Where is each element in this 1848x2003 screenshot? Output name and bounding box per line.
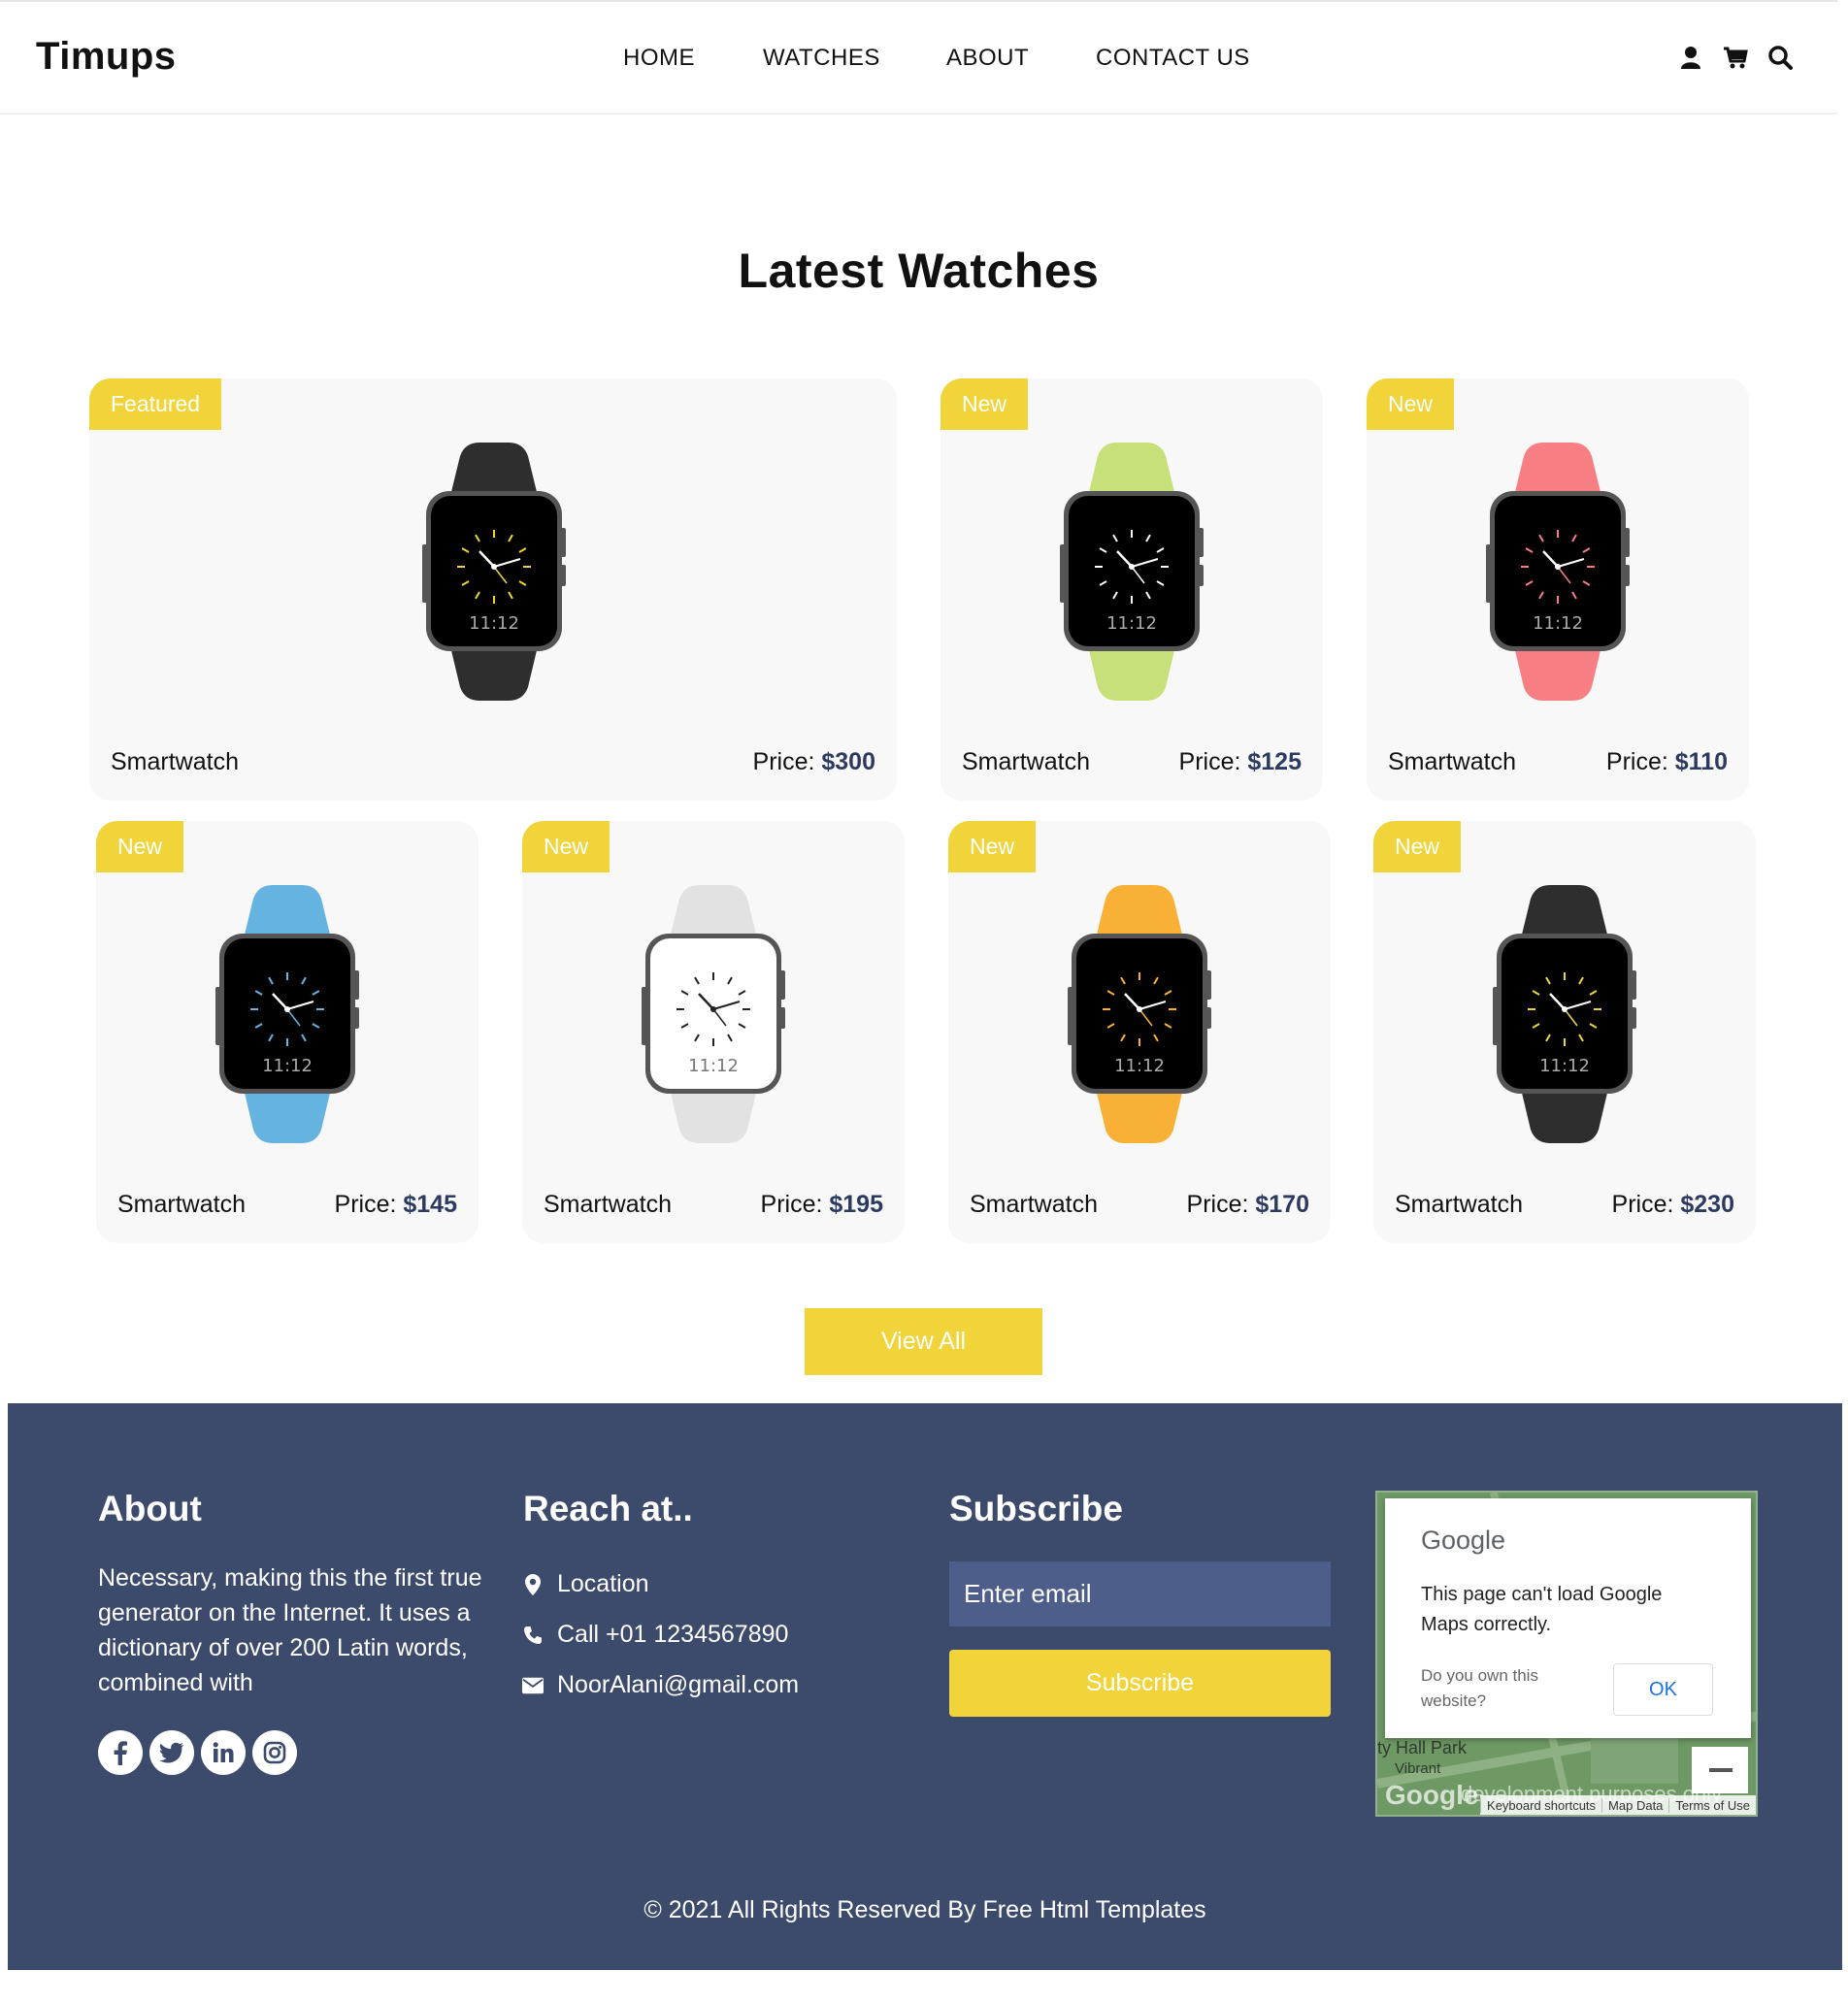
- smartwatch-image: 11:12: [1492, 885, 1637, 1143]
- featured-badge: Featured: [89, 378, 222, 430]
- new-badge: New: [96, 821, 184, 872]
- main-nav: HOME WATCHES ABOUT CONTACT US: [0, 45, 1837, 76]
- new-badge: New: [948, 821, 1037, 872]
- smartwatch-image: 11:12: [1059, 443, 1204, 701]
- product-card[interactable]: New 11:12 Smartwatch Price: $110: [1367, 378, 1749, 801]
- product-name: Smartwatch: [1395, 1191, 1523, 1218]
- keyboard-shortcuts-link[interactable]: Keyboard shortcuts: [1480, 1797, 1601, 1813]
- svg-text:11:12: 11:12: [1114, 1056, 1165, 1076]
- cart-icon[interactable]: [1723, 45, 1748, 70]
- map-attribution: Keyboard shortcuts Map Data Terms of Use: [1480, 1795, 1756, 1815]
- email-input[interactable]: [949, 1561, 1331, 1626]
- svg-text:11:12: 11:12: [1106, 613, 1157, 634]
- view-all-button[interactable]: View All: [805, 1308, 1042, 1375]
- new-badge: New: [522, 821, 610, 872]
- location-text: Location: [557, 1570, 649, 1597]
- envelope-icon: [522, 1675, 544, 1696]
- about-heading: About: [98, 1489, 202, 1528]
- zoom-out-button[interactable]: [1692, 1747, 1748, 1793]
- social-links: [98, 1730, 297, 1775]
- facebook-icon[interactable]: [98, 1730, 143, 1775]
- svg-text:11:12: 11:12: [1533, 613, 1583, 634]
- product-name: Smartwatch: [1388, 748, 1516, 775]
- product-name: Smartwatch: [544, 1191, 672, 1218]
- subscribe-button[interactable]: Subscribe: [949, 1650, 1331, 1717]
- smartwatch-image: 11:12: [641, 885, 786, 1143]
- nav-about[interactable]: ABOUT: [946, 45, 1029, 72]
- new-badge: New: [1373, 821, 1462, 872]
- new-badge: New: [1367, 378, 1455, 430]
- product-name: Smartwatch: [970, 1191, 1098, 1218]
- google-logo: Google: [1421, 1526, 1506, 1555]
- svg-text:11:12: 11:12: [262, 1056, 313, 1076]
- product-card[interactable]: New 11:12 Smartwatch Price: $170: [948, 821, 1331, 1243]
- map-label-vibrant: Vibrant: [1395, 1760, 1441, 1777]
- product-name: Smartwatch: [962, 748, 1090, 775]
- product-price: Price: $110: [1605, 748, 1728, 775]
- product-card[interactable]: New 11:12 Smartwatch Price: $145: [96, 821, 478, 1243]
- user-icon[interactable]: [1678, 45, 1703, 70]
- product-card[interactable]: New 11:12 Smartwatch Price: $195: [522, 821, 905, 1243]
- product-price: Price: $195: [760, 1191, 883, 1218]
- location-pin-icon: [522, 1573, 544, 1595]
- reach-heading: Reach at..: [523, 1489, 693, 1528]
- twitter-icon[interactable]: [149, 1730, 194, 1775]
- section-title: Latest Watches: [738, 244, 1100, 298]
- product-card[interactable]: New 11:12 Smartwatch Price: $230: [1373, 821, 1756, 1243]
- copyright-text: © 2021 All Rights Reserved By Free Html …: [644, 1896, 1206, 1923]
- map-data-link[interactable]: Map Data: [1601, 1797, 1668, 1813]
- site-header: Timups HOME WATCHES ABOUT CONTACT US: [0, 0, 1837, 115]
- svg-text:11:12: 11:12: [469, 613, 519, 634]
- new-badge: New: [940, 378, 1029, 430]
- svg-text:11:12: 11:12: [1539, 1056, 1590, 1076]
- nav-watches[interactable]: WATCHES: [763, 45, 880, 72]
- nav-home[interactable]: HOME: [623, 45, 695, 72]
- smartwatch-image: 11:12: [214, 885, 360, 1143]
- product-name: Smartwatch: [117, 1191, 246, 1218]
- product-price: Price: $300: [752, 748, 875, 775]
- product-price: Price: $170: [1186, 1191, 1309, 1218]
- smartwatch-image: 11:12: [421, 443, 567, 701]
- about-text: Necessary, making this the first true ge…: [98, 1564, 482, 1696]
- map-label-park: ty Hall Park: [1377, 1738, 1468, 1757]
- product-price: Price: $230: [1611, 1191, 1734, 1218]
- linkedin-icon[interactable]: [201, 1730, 246, 1775]
- instagram-icon[interactable]: [252, 1730, 297, 1775]
- product-price: Price: $125: [1178, 748, 1302, 775]
- product-card[interactable]: Featured 11:12 Smartwatch Price: $300: [89, 378, 897, 801]
- email-text: NoorAlani@gmail.com: [557, 1671, 800, 1698]
- product-price: Price: $145: [334, 1191, 457, 1218]
- map-ok-button[interactable]: OK: [1613, 1663, 1713, 1716]
- phone-icon: [522, 1625, 544, 1646]
- svg-text:11:12: 11:12: [688, 1056, 739, 1076]
- product-name: Smartwatch: [111, 748, 239, 775]
- map-ownership-question: Do you own this website?: [1421, 1666, 1538, 1710]
- header-icons: [1678, 45, 1793, 70]
- location-row[interactable]: Location: [522, 1570, 649, 1598]
- phone-row[interactable]: Call +01 1234567890: [522, 1621, 788, 1649]
- smartwatch-image: 11:12: [1485, 443, 1631, 701]
- smartwatch-image: 11:12: [1067, 885, 1212, 1143]
- email-row[interactable]: NoorAlani@gmail.com: [522, 1671, 799, 1699]
- map-error-message: This page can't load Google Maps correct…: [1421, 1584, 1663, 1635]
- product-card[interactable]: New 11:12 Smartwatch Price: $125: [940, 378, 1323, 801]
- terms-of-use-link[interactable]: Terms of Use: [1668, 1797, 1756, 1813]
- nav-contact-us[interactable]: CONTACT US: [1096, 45, 1250, 72]
- search-icon[interactable]: [1767, 45, 1793, 70]
- map-error-dialog: Google This page can't load Google Maps …: [1385, 1498, 1751, 1738]
- phone-text: Call +01 1234567890: [557, 1621, 789, 1648]
- site-footer: About Necessary, making this the first t…: [8, 1403, 1842, 1970]
- google-map[interactable]: ty Hall Park Vibrant Google development …: [1375, 1491, 1758, 1817]
- subscribe-heading: Subscribe: [949, 1489, 1123, 1528]
